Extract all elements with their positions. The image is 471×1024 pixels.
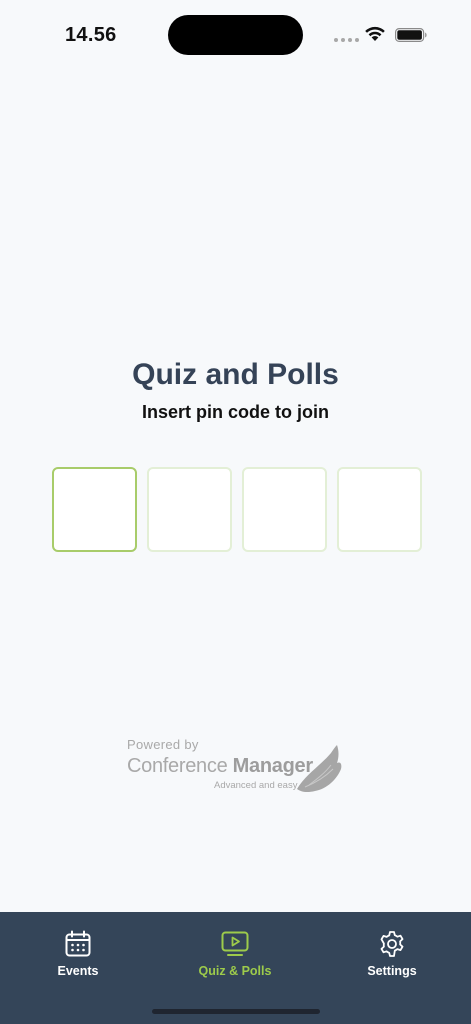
- tab-events-label: Events: [57, 964, 99, 978]
- bottom-tab-bar: Events Quiz & Polls Settings: [0, 912, 471, 1024]
- brand-name: Conference Manager: [127, 755, 313, 778]
- calendar-icon: [65, 930, 91, 957]
- tab-settings[interactable]: Settings: [332, 930, 452, 978]
- page-title: Quiz and Polls: [132, 358, 339, 391]
- tab-events[interactable]: Events: [18, 930, 138, 978]
- pin-code-input: [52, 467, 422, 552]
- tab-settings-label: Settings: [367, 964, 417, 978]
- quiz-polls-screen: 14.56 Quiz and Polls Insert pin code to …: [0, 0, 471, 1024]
- dynamic-island: [168, 15, 303, 55]
- tab-quiz-polls-label: Quiz & Polls: [198, 964, 272, 978]
- monitor-play-icon: [221, 931, 249, 956]
- brand-name-light: Conference: [127, 755, 233, 777]
- pin-digit-3[interactable]: [242, 467, 327, 552]
- pin-instruction: Insert pin code to join: [141, 402, 329, 422]
- status-time: 14.56: [65, 24, 117, 46]
- swoosh-logo-icon: [297, 745, 342, 793]
- gear-icon: [380, 931, 404, 957]
- powered-by-label: Powered by: [127, 737, 199, 752]
- tab-quiz-polls[interactable]: Quiz & Polls: [175, 930, 295, 978]
- status-bar: 14.56: [0, 0, 471, 70]
- pin-digit-4[interactable]: [337, 467, 422, 552]
- battery-icon: [395, 28, 427, 42]
- cellular-signal-icon: [334, 38, 359, 42]
- home-indicator[interactable]: [152, 1009, 320, 1014]
- pin-digit-2[interactable]: [147, 467, 232, 552]
- wifi-icon: [365, 26, 385, 41]
- brand-tagline: Advanced and easy: [214, 780, 298, 791]
- conference-manager-logo: Powered by Conference Manager Advanced a…: [127, 737, 347, 797]
- pin-digit-1[interactable]: [52, 467, 137, 552]
